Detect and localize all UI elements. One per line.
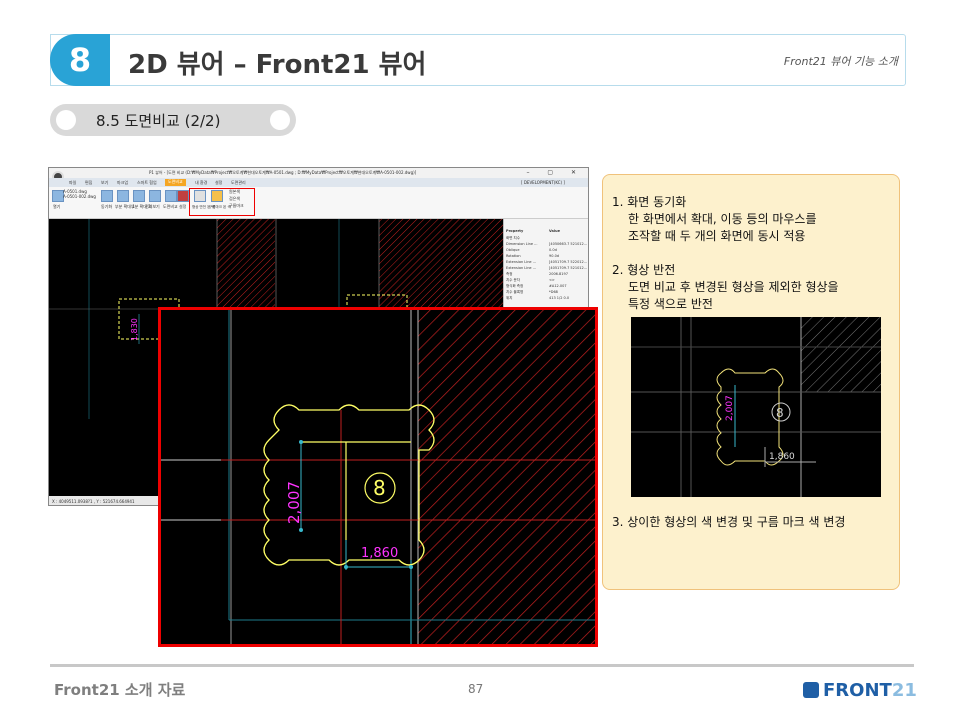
- note-2-line1: 도면 비교 후 변경된 형상을 제외한 형상을: [628, 280, 839, 294]
- compare-icon[interactable]: [165, 190, 177, 202]
- prop-name: Oblique: [506, 248, 520, 252]
- ribbon-label: 설정: [179, 204, 187, 209]
- menu-item[interactable]: 스마트 협업: [137, 180, 157, 186]
- footer-line: [50, 664, 914, 667]
- footer-title: Front21 소개 자료: [54, 681, 186, 699]
- menu-item[interactable]: 파일: [69, 180, 76, 186]
- prop-name: 치수 블록명: [506, 290, 524, 294]
- prop-name: 치수 문자: [506, 278, 520, 282]
- cloud-color-icon[interactable]: [211, 190, 223, 202]
- prop-name: Dimension Line ...: [506, 242, 538, 246]
- zoom2-icon[interactable]: [133, 190, 145, 202]
- prop-header-name: Property: [506, 229, 524, 233]
- prop-name: Extension Line ...: [506, 260, 537, 264]
- inset-dim-horizontal: 1,860: [769, 452, 795, 462]
- slide: 8 2D 뷰어 – Front21 뷰어 Front21 뷰어 기능 소개 8.…: [0, 0, 960, 720]
- file-item[interactable]: A-0501-002.dwg: [63, 194, 96, 199]
- cad-canvas-inverted: 2,007 1,860 8: [631, 317, 881, 497]
- prop-value: #A12.007: [549, 284, 567, 288]
- ribbon-label: 전체보기: [145, 204, 160, 209]
- page-title: 2D 뷰어 – Front21 뷰어: [128, 50, 427, 80]
- prop-value: 90.0d: [549, 254, 560, 258]
- prop-name: Extension Line ...: [506, 266, 537, 270]
- prop-value: [4050663.7 521012...: [549, 242, 588, 246]
- logo-text: FRONT: [823, 679, 892, 701]
- note-1: 1. 화면 동기화 한 화면에서 확대, 이동 등의 마우스를 조작할 때 두 …: [612, 194, 817, 245]
- window-controls[interactable]: – ▢ ✕: [526, 169, 584, 176]
- invert-color-icon[interactable]: [194, 190, 206, 202]
- prop-value: [4051709.7 522012...: [549, 260, 588, 264]
- page-subtitle: Front21 뷰어 기능 소개: [783, 55, 898, 68]
- front21-logo-icon: [803, 682, 819, 698]
- zoom1-icon[interactable]: [117, 190, 129, 202]
- menu-item[interactable]: 도면관리: [231, 180, 246, 186]
- status-coordinates: X : 4049511.0938?1 , Y : 521674.664941: [52, 499, 135, 504]
- prop-name: 형식화 측정: [506, 284, 524, 288]
- settings-icon[interactable]: [177, 190, 189, 202]
- dev-label: [ DEVELOPMENT(KC) ]: [521, 180, 565, 185]
- app-ribbon: 열기 A-0501.dwg A-0501-002.dwg 동기화 부분 확대 1…: [49, 187, 588, 219]
- dim-horizontal: 1,860: [361, 546, 398, 561]
- prop-value: <>: [549, 278, 555, 282]
- file-list: A-0501.dwg A-0501-002.dwg: [63, 189, 96, 199]
- prop-header-value: Value: [549, 229, 560, 233]
- section-title: 8.5 도면비교 (2/2): [96, 112, 221, 130]
- inset-dim-vertical: 2,007: [725, 395, 735, 421]
- menu-item[interactable]: 설정: [215, 180, 222, 186]
- app-menubar: 파일 편집 보기 마크업 스마트 협업 도면비교 내 환경 설정 도면관리 [ …: [49, 178, 588, 187]
- prop-name: 화면 치수: [506, 236, 520, 240]
- pill-left-dot: [56, 110, 76, 130]
- app-titlebar: P1 뷰어 - [도면 비교 (D:₩MyData₩Project₩오토계₩현대…: [49, 168, 588, 178]
- prop-value: 413 1/2 0.0: [549, 296, 570, 300]
- app-window-title: P1 뷰어 - [도면 비교 (D:₩MyData₩Project₩오토계₩현대…: [149, 170, 417, 175]
- menu-item[interactable]: 내 환경: [195, 180, 207, 186]
- zoom-detail: 2,007 1,860 8: [158, 307, 598, 647]
- ribbon-label: 열기: [53, 204, 61, 209]
- menu-item[interactable]: 편집: [85, 180, 92, 186]
- menu-item[interactable]: 보기: [101, 180, 108, 186]
- chapter-number: 8: [50, 34, 110, 86]
- prop-value: 0.0d: [549, 248, 557, 252]
- prop-name: Rotation: [506, 254, 521, 258]
- page-number: 87: [468, 682, 484, 696]
- dim-vertical-small: 1,830: [130, 318, 139, 341]
- note-1-line1: 한 화면에서 확대, 이동 등의 마우스를: [628, 212, 817, 226]
- note-1-line2: 조작할 때 두 개의 화면에 동시 적용: [628, 229, 806, 243]
- note-3: 3. 상이한 형상의 색 변경 및 구름 마크 색 변경: [612, 515, 846, 529]
- pill-right-dot: [270, 110, 290, 130]
- menu-item-active[interactable]: 도면비교: [165, 179, 186, 186]
- prop-value: *D68: [549, 290, 558, 294]
- side-item[interactable]: 구름마크: [229, 203, 244, 209]
- note-1-title: 1. 화면 동기화: [612, 195, 687, 209]
- prop-name: 측정: [506, 272, 513, 276]
- fit-icon[interactable]: [149, 190, 161, 202]
- menu-item[interactable]: 마크업: [117, 180, 128, 186]
- cad-canvas-zoom: 2,007 1,860 8: [161, 310, 595, 644]
- prop-value: 2006.8197: [549, 272, 568, 276]
- dim-vertical: 2,007: [285, 481, 303, 524]
- prop-value: [4051709.7 521012...: [549, 266, 588, 270]
- front21-logo: FRONT 21: [803, 679, 917, 701]
- note-2-title: 2. 형상 반전: [612, 263, 676, 277]
- prop-name: 위치: [506, 296, 513, 300]
- side-item[interactable]: 검은색: [229, 196, 240, 202]
- inverted-shape-example: 2,007 1,860 8: [631, 317, 881, 497]
- ribbon-label: 구름마크 된 색: [209, 205, 231, 209]
- side-item[interactable]: 원본색: [229, 189, 240, 195]
- logo-number: 21: [891, 679, 917, 701]
- ribbon-label: 도면비교: [163, 204, 178, 209]
- marker-number: 8: [373, 476, 386, 500]
- ribbon-label: 동기화: [101, 204, 113, 209]
- note-2-line2: 특정 색으로 반전: [628, 297, 713, 311]
- note-2: 2. 형상 반전 도면 비교 후 변경된 형상을 제외한 형상을 특정 색으로 …: [612, 262, 839, 313]
- sync-icon[interactable]: [101, 190, 113, 202]
- inset-marker: 8: [776, 406, 784, 420]
